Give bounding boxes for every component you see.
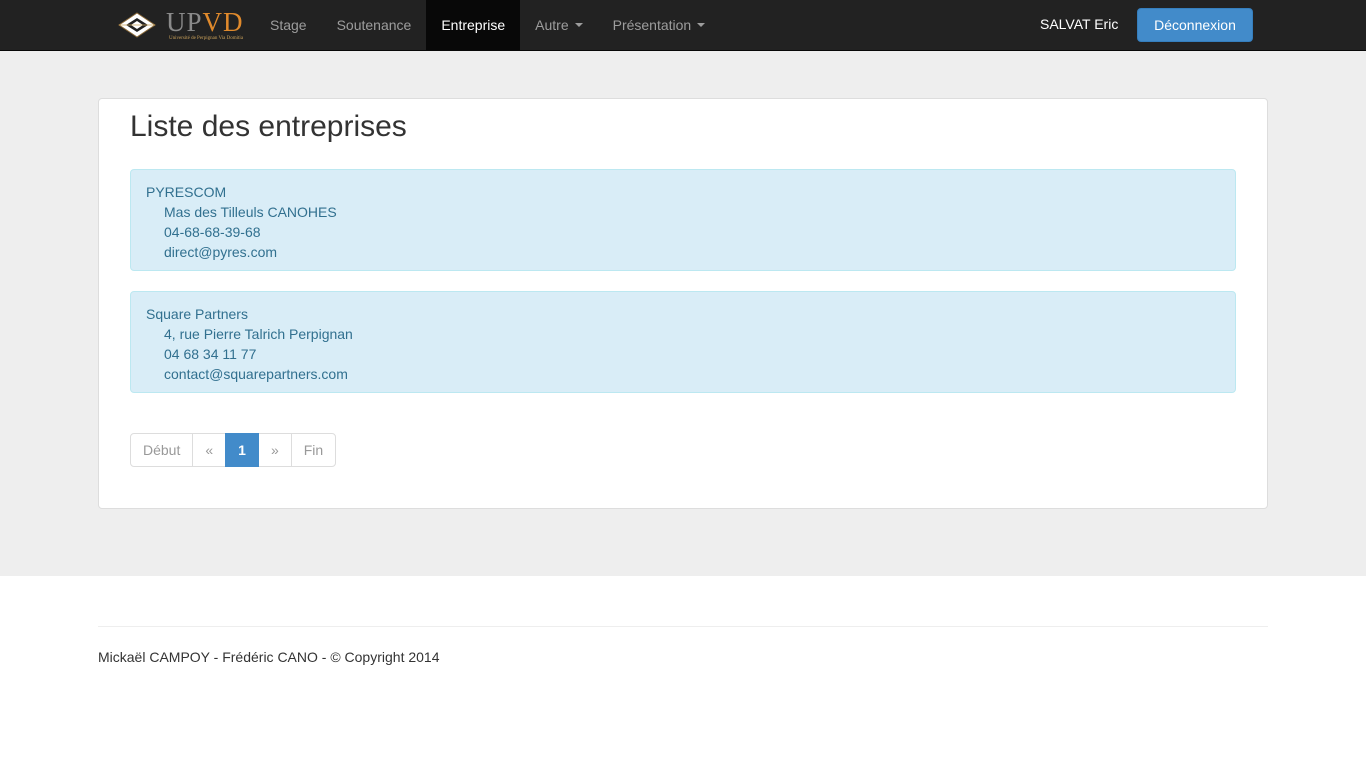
company-name: Square Partners [146, 306, 248, 322]
pagination-first[interactable]: Début [130, 433, 194, 467]
brand-wordmark-up: UP [166, 7, 203, 37]
logout-button[interactable]: Déconnexion [1137, 8, 1253, 42]
nav-item-label: Présentation [612, 17, 692, 33]
top-navbar: UPVD Université de Perpignan Via Domitia… [0, 0, 1366, 51]
user-name: SALVAT Eric [1040, 16, 1119, 32]
main-nav: Stage Soutenance Entreprise Autre Présen… [255, 0, 720, 50]
brand-subtitle: Université de Perpignan Via Domitia [169, 36, 244, 41]
pagination-prev[interactable]: « [192, 433, 227, 467]
company-phone: 04-68-68-39-68 [164, 224, 261, 240]
caret-down-icon [574, 23, 583, 28]
nav-item-label: Stage [270, 17, 307, 33]
pagination-last[interactable]: Fin [290, 433, 337, 467]
page-title: Liste des entreprises [130, 110, 407, 143]
company-phone: 04 68 34 11 77 [164, 346, 257, 362]
nav-item-label: Soutenance [336, 17, 412, 33]
brand-logo[interactable]: UPVD Université de Perpignan Via Domitia [118, 8, 244, 42]
caret-down-icon [697, 23, 706, 28]
brand-wordmark-vd: VD [202, 7, 244, 37]
nav-item-presentation[interactable]: Présentation [598, 0, 721, 50]
nav-item-stage[interactable]: Stage [255, 0, 322, 50]
nav-item-label: Entreprise [441, 17, 506, 33]
company-address: Mas des Tilleuls CANOHES [164, 204, 337, 220]
company-email: contact@squarepartners.com [164, 366, 348, 382]
company-card: Square Partners 4, rue Pierre Talrich Pe… [130, 291, 1236, 393]
company-name: PYRESCOM [146, 184, 227, 200]
nav-item-autre[interactable]: Autre [520, 0, 597, 50]
nav-item-soutenance[interactable]: Soutenance [322, 0, 427, 50]
footer-copyright: Mickaël CAMPOY - Frédéric CANO - © Copyr… [98, 649, 440, 665]
pagination-page-1[interactable]: 1 [225, 433, 259, 467]
company-address: 4, rue Pierre Talrich Perpignan [164, 326, 353, 342]
brand-wordmark: UPVD [166, 7, 244, 37]
pagination: Début « 1 » Fin [130, 433, 337, 467]
pagination-next[interactable]: » [257, 433, 292, 467]
company-card: PYRESCOM Mas des Tilleuls CANOHES 04-68-… [130, 169, 1236, 271]
footer-divider [98, 626, 1268, 627]
company-email: direct@pyres.com [164, 244, 278, 260]
nav-item-entreprise[interactable]: Entreprise [426, 0, 521, 50]
upvd-emblem-icon [118, 12, 156, 38]
nav-item-label: Autre [535, 17, 569, 33]
